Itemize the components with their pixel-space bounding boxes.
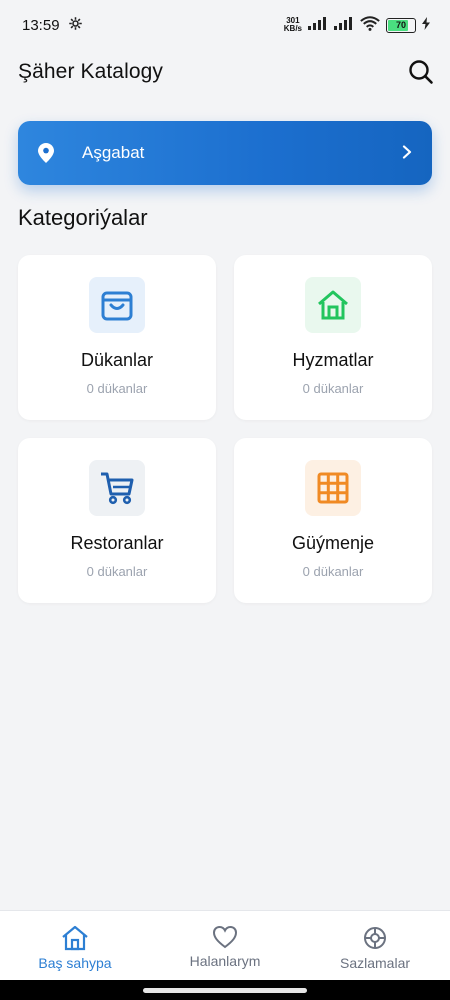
category-count: 0 dükanlar	[302, 564, 364, 579]
search-button[interactable]	[406, 57, 436, 87]
wifi-icon	[360, 15, 380, 35]
signal-icon	[308, 16, 328, 34]
app-header: Şäher Katalogy	[18, 52, 436, 92]
category-count: 0 dükanlar	[302, 381, 364, 396]
nav-item-home[interactable]: Baş sahypa	[0, 911, 150, 980]
home-icon	[62, 925, 88, 951]
category-label: Dükanlar	[80, 350, 154, 370]
grid-icon	[305, 460, 361, 516]
status-bar: 13:59 301 KB/s 70	[0, 0, 450, 50]
nav-item-settings[interactable]: Sazlamalar	[300, 911, 450, 980]
battery-level: 70	[395, 20, 406, 30]
net-speed-unit: KB/s	[283, 24, 302, 33]
category-label: Güýmenje	[291, 533, 375, 553]
location-selector[interactable]: Aşgabat	[18, 121, 432, 185]
heart-icon	[212, 925, 238, 949]
signal-icon-2	[334, 16, 354, 34]
nav-label: Halanlarym	[189, 953, 261, 969]
category-count: 0 dükanlar	[86, 564, 148, 579]
battery-indicator: 70	[386, 17, 416, 33]
home-icon	[305, 277, 361, 333]
charging-icon	[422, 16, 430, 34]
categories-heading: Kategoriýalar	[18, 205, 148, 230]
category-card-restoranlar[interactable]: Restoranlar 0 dükanlar	[18, 438, 216, 603]
gesture-handle[interactable]	[143, 988, 307, 993]
settings-icon	[364, 927, 386, 949]
cart-icon	[89, 460, 145, 516]
search-icon	[409, 60, 433, 84]
category-card-dukanlar[interactable]: Dükanlar 0 dükanlar	[18, 255, 216, 420]
store-icon	[89, 277, 145, 333]
chevron-right-icon	[402, 145, 412, 164]
category-card-guymenje[interactable]: Güýmenje 0 dükanlar	[234, 438, 432, 603]
location-city: Aşgabat	[82, 143, 145, 162]
category-card-hyzmatlar[interactable]: Hyzmatlar 0 dükanlar	[234, 255, 432, 420]
category-label: Restoranlar	[70, 533, 164, 553]
status-time: 13:59	[22, 16, 60, 34]
nav-label: Baş sahypa	[38, 955, 112, 971]
category-count: 0 dükanlar	[86, 381, 148, 396]
location-pin-icon	[38, 143, 54, 168]
nav-item-favorites[interactable]: Halanlarym	[150, 911, 300, 980]
settings-gear-status-icon	[68, 16, 83, 35]
nav-label: Sazlamalar	[339, 955, 411, 971]
status-left: 13:59	[22, 16, 83, 35]
status-right: 301 KB/s 70	[284, 15, 430, 35]
net-speed: 301 KB/s	[284, 17, 302, 33]
category-label: Hyzmatlar	[292, 350, 374, 370]
bottom-navigation: Baş sahypa Halanlarym Sazlamalar	[0, 910, 450, 980]
page-title: Şäher Katalogy	[18, 60, 163, 83]
